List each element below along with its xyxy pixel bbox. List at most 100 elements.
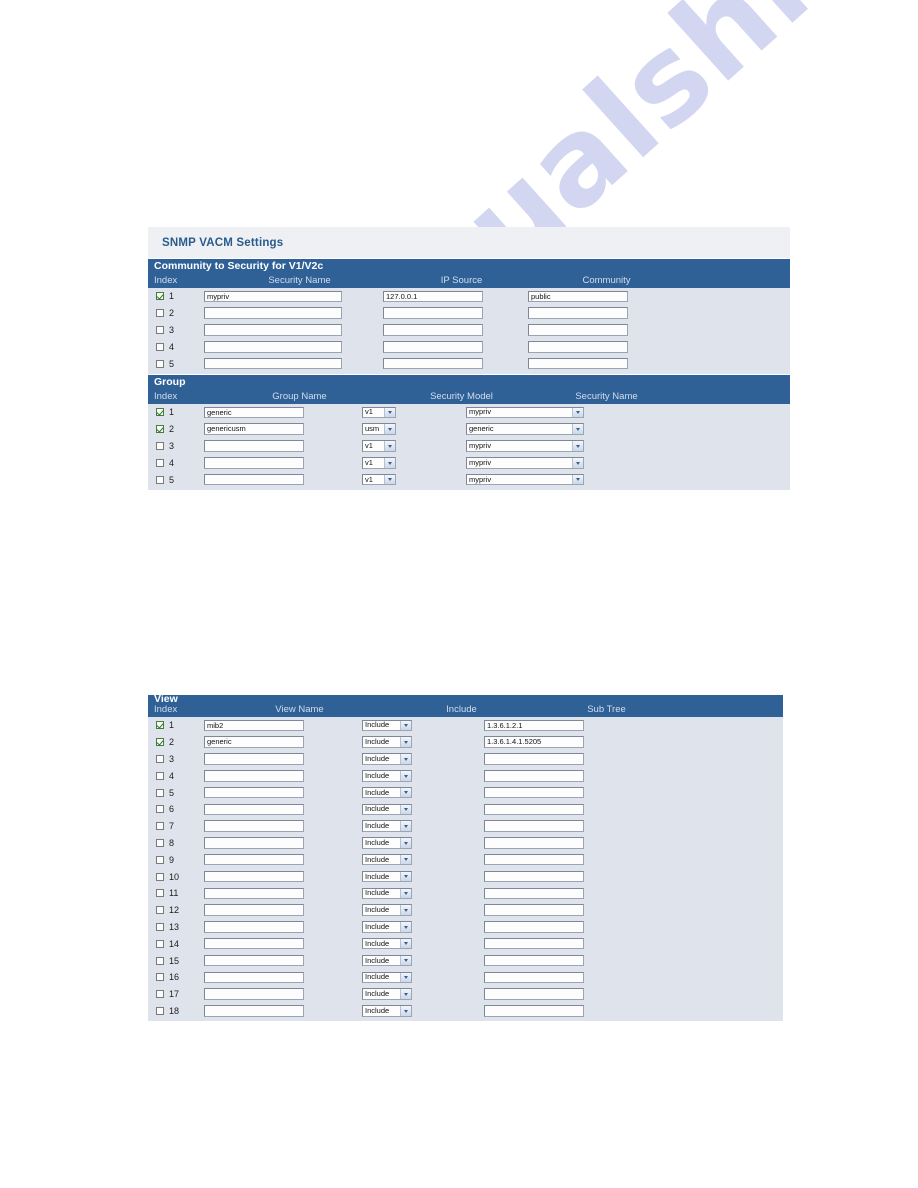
security-name-select[interactable]: mypriv [466, 406, 584, 419]
chevron-down-icon[interactable] [384, 458, 395, 468]
sub-tree-input[interactable] [484, 971, 584, 984]
sub-tree-input[interactable] [484, 803, 584, 816]
security-name-input[interactable] [204, 357, 342, 370]
chevron-down-icon[interactable] [384, 474, 395, 485]
row-checkbox[interactable] [156, 973, 164, 982]
community-input[interactable] [528, 357, 628, 370]
view-name-input[interactable] [204, 1005, 304, 1017]
chevron-down-icon[interactable] [572, 407, 583, 418]
security-name-select[interactable]: mypriv [466, 473, 584, 486]
view-name-input[interactable] [204, 753, 304, 765]
ip-source-input[interactable] [383, 307, 483, 319]
row-checkbox[interactable] [156, 342, 164, 351]
chevron-down-icon[interactable] [400, 922, 411, 932]
chevron-down-icon[interactable] [400, 737, 411, 747]
view-name-input[interactable] [204, 820, 304, 832]
row-checkbox[interactable] [156, 956, 164, 965]
view-name-input[interactable]: mib2 [204, 719, 304, 732]
include-select[interactable]: Include [362, 837, 412, 849]
include-select[interactable]: Include [362, 870, 412, 883]
row-checkbox[interactable] [156, 872, 164, 881]
view-name-input[interactable] [204, 971, 304, 984]
row-checkbox[interactable] [156, 475, 164, 484]
chevron-down-icon[interactable] [572, 458, 583, 468]
group-name-input[interactable]: generic [204, 406, 304, 419]
security-name-input[interactable]: mypriv [204, 290, 342, 303]
ip-source-input[interactable]: 127.0.0.1 [383, 290, 483, 303]
row-checkbox[interactable] [156, 788, 164, 797]
sub-tree-input[interactable] [484, 820, 584, 832]
include-select[interactable]: Include [362, 954, 412, 967]
security-name-select[interactable]: generic [466, 423, 584, 435]
row-checkbox[interactable] [156, 408, 164, 417]
include-select[interactable]: Include [362, 786, 412, 799]
include-select[interactable]: Include [362, 988, 412, 1000]
chevron-down-icon[interactable] [572, 474, 583, 485]
row-checkbox[interactable] [156, 738, 164, 747]
security-model-select[interactable]: v1 [362, 440, 396, 452]
view-name-input[interactable] [204, 921, 304, 933]
include-select[interactable]: Include [362, 921, 412, 933]
view-name-input[interactable] [204, 770, 304, 782]
ip-source-input[interactable] [383, 357, 483, 370]
include-select[interactable]: Include [362, 753, 412, 765]
view-name-input[interactable]: generic [204, 736, 304, 748]
sub-tree-input[interactable] [484, 870, 584, 883]
chevron-down-icon[interactable] [384, 441, 395, 451]
security-model-select[interactable]: v1 [362, 473, 396, 486]
group-name-input[interactable] [204, 457, 304, 469]
include-select[interactable]: Include [362, 719, 412, 732]
chevron-down-icon[interactable] [400, 720, 411, 731]
sub-tree-input[interactable] [484, 988, 584, 1000]
chevron-down-icon[interactable] [572, 424, 583, 434]
row-checkbox[interactable] [156, 805, 164, 814]
community-input[interactable] [528, 341, 628, 353]
sub-tree-input[interactable] [484, 937, 584, 950]
view-name-input[interactable] [204, 870, 304, 883]
view-name-input[interactable] [204, 837, 304, 849]
view-name-input[interactable] [204, 786, 304, 799]
security-name-input[interactable] [204, 307, 342, 319]
view-name-input[interactable] [204, 904, 304, 916]
ip-source-input[interactable] [383, 324, 483, 336]
chevron-down-icon[interactable] [400, 771, 411, 781]
include-select[interactable]: Include [362, 971, 412, 984]
row-checkbox[interactable] [156, 458, 164, 467]
chevron-down-icon[interactable] [400, 871, 411, 882]
security-model-select[interactable]: usm [362, 423, 396, 435]
row-checkbox[interactable] [156, 990, 164, 999]
sub-tree-input[interactable]: 1.3.6.1.2.1 [484, 719, 584, 732]
sub-tree-input[interactable] [484, 887, 584, 900]
sub-tree-input[interactable] [484, 753, 584, 765]
sub-tree-input[interactable] [484, 954, 584, 967]
chevron-down-icon[interactable] [400, 1006, 411, 1016]
security-model-select[interactable]: v1 [362, 457, 396, 469]
security-name-input[interactable] [204, 324, 342, 336]
row-checkbox[interactable] [156, 359, 164, 368]
chevron-down-icon[interactable] [400, 821, 411, 831]
chevron-down-icon[interactable] [400, 754, 411, 764]
chevron-down-icon[interactable] [384, 407, 395, 418]
security-model-select[interactable]: v1 [362, 406, 396, 419]
view-name-input[interactable] [204, 954, 304, 967]
row-checkbox[interactable] [156, 855, 164, 864]
chevron-down-icon[interactable] [400, 905, 411, 915]
view-name-input[interactable] [204, 853, 304, 866]
row-checkbox[interactable] [156, 425, 164, 434]
row-checkbox[interactable] [156, 889, 164, 898]
sub-tree-input[interactable] [484, 921, 584, 933]
sub-tree-input[interactable]: 1.3.6.1.4.1.5205 [484, 736, 584, 748]
sub-tree-input[interactable] [484, 770, 584, 782]
chevron-down-icon[interactable] [400, 955, 411, 966]
sub-tree-input[interactable] [484, 1005, 584, 1017]
row-checkbox[interactable] [156, 822, 164, 831]
chevron-down-icon[interactable] [400, 838, 411, 848]
include-select[interactable]: Include [362, 904, 412, 916]
group-name-input[interactable] [204, 440, 304, 452]
community-input[interactable]: public [528, 290, 628, 303]
chevron-down-icon[interactable] [400, 854, 411, 865]
include-select[interactable]: Include [362, 803, 412, 816]
row-checkbox[interactable] [156, 906, 164, 915]
include-select[interactable]: Include [362, 937, 412, 950]
view-name-input[interactable] [204, 803, 304, 816]
